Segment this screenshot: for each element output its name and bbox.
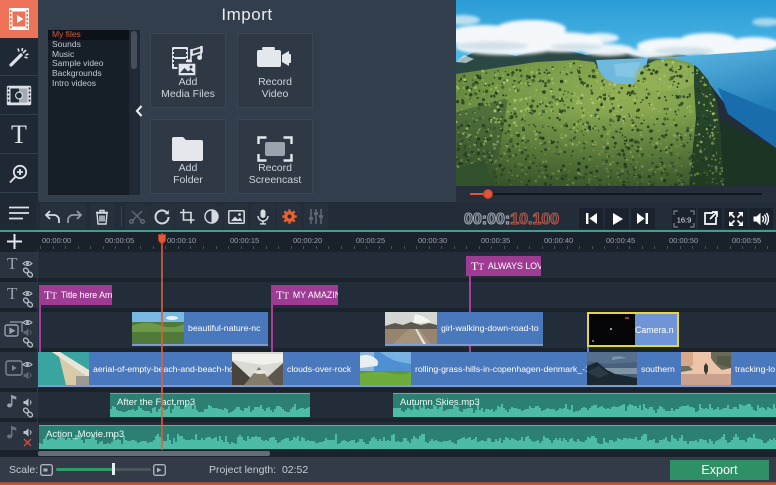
svg-text:16:9: 16:9 [677, 215, 692, 224]
